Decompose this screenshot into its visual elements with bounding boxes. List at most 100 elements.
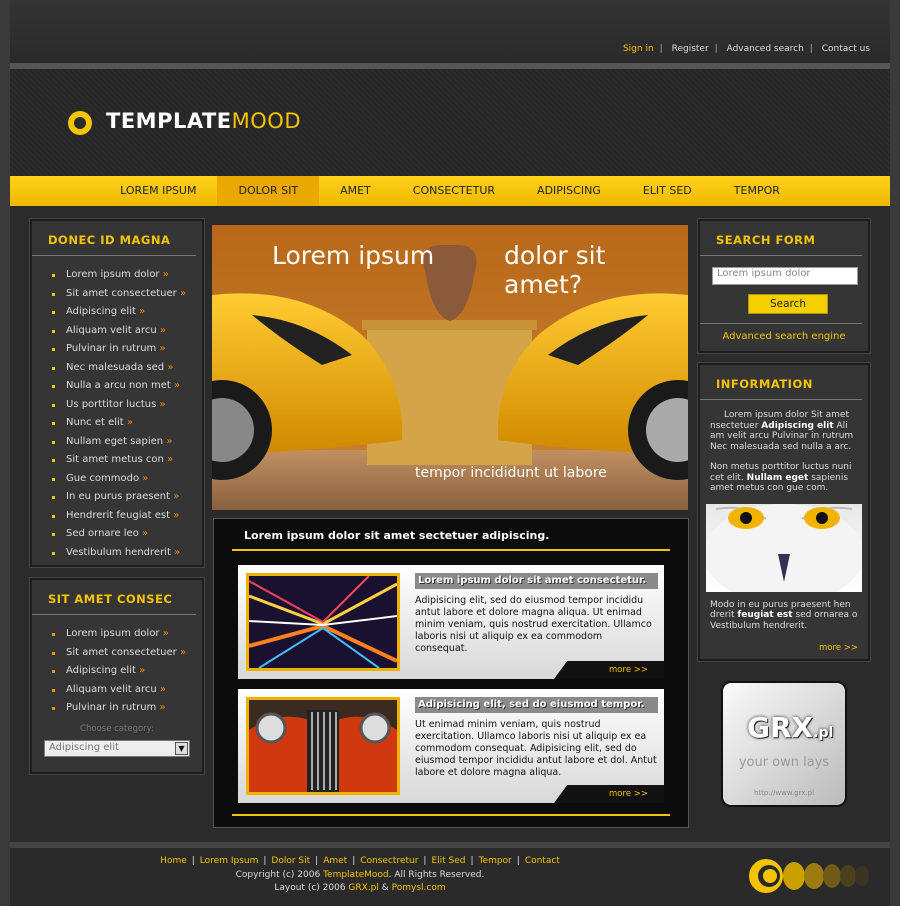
badge-brand-text: GRX xyxy=(747,711,814,744)
left-panel-2-item[interactable]: Pulvinar in rutrum » xyxy=(32,699,202,718)
more-link[interactable]: more >> xyxy=(554,661,664,679)
category-select-value: Adipiscing elit xyxy=(49,742,119,753)
footer-link-amet[interactable]: Amet xyxy=(323,856,347,866)
left-panel-2-item[interactable]: Adipiscing elit » xyxy=(32,662,202,681)
left-panel-2-item[interactable]: Sit amet consectetuer » xyxy=(32,644,202,663)
nav-item-amet[interactable]: AMET xyxy=(319,176,392,206)
separator: | xyxy=(470,856,474,866)
search-input[interactable]: Lorem ipsum dolor xyxy=(712,267,858,285)
left-panel-1-item[interactable]: Nulla a arcu non met » xyxy=(32,377,202,396)
info-more-link[interactable]: more >> xyxy=(819,643,858,653)
info-emphasis: Nullam eget xyxy=(746,472,809,483)
left-panel-1-item[interactable]: Us porttitor luctus » xyxy=(32,396,202,415)
pomysl-link[interactable]: Pomysl.com xyxy=(392,883,446,893)
divider xyxy=(232,814,670,816)
badge-tld: .pl xyxy=(813,725,834,741)
info-paragraph: Modo in eu purus praesent hen drerit feu… xyxy=(700,600,868,632)
arrow-right-icon: » xyxy=(159,269,169,280)
list-item-label: Hendrerit feugiat est xyxy=(66,509,171,521)
list-item-label: Sit amet metus con xyxy=(66,454,164,465)
logo-part-2: MOOD xyxy=(231,109,301,133)
article-thumbnail[interactable] xyxy=(246,573,400,671)
chevron-down-icon[interactable]: ▼ xyxy=(175,742,188,755)
arrow-right-icon: » xyxy=(159,628,169,639)
nav-item-adipiscing[interactable]: ADIPISCING xyxy=(516,176,622,206)
contact-us-link[interactable]: Contact us xyxy=(818,44,874,54)
left-panel-1-item[interactable]: Aliquam velit arcu » xyxy=(32,322,202,341)
left-panel-1-item[interactable]: Gue commodo » xyxy=(32,470,202,489)
advanced-search-link[interactable]: Advanced search xyxy=(723,44,808,54)
footer-link-tempor[interactable]: Tempor xyxy=(479,856,512,866)
article-title[interactable]: Lorem ipsum dolor sit amet consectetur. xyxy=(415,573,658,589)
list-item-label: Nunc et elit xyxy=(66,417,124,428)
left-panel-1-item[interactable]: Pulvinar in rutrum » xyxy=(32,340,202,359)
separator: | xyxy=(714,44,718,54)
panel-title: INFORMATION xyxy=(700,365,862,400)
nav-item-elit-sed[interactable]: ELIT SED xyxy=(622,176,713,206)
register-link[interactable]: Register xyxy=(668,44,713,54)
list-item-label: In eu purus praesent xyxy=(66,491,171,502)
list-item-label: Sit amet consectetuer xyxy=(66,287,177,299)
logo-text[interactable]: TEMPLATEMOOD xyxy=(106,109,301,133)
info-paragraph: Non metus porttitor luctus nuni cet elit… xyxy=(700,462,868,494)
list-item-label: Nulla a arcu non met xyxy=(66,380,171,391)
logo-part-1: TEMPLATE xyxy=(106,109,232,133)
top-links: Sign in | Register | Advanced search | Cont… xyxy=(619,44,874,54)
left-panel-1-item[interactable]: Adipiscing elit » xyxy=(32,303,202,322)
left-panel-1-item[interactable]: Lorem ipsum dolor » xyxy=(32,266,202,285)
arrow-right-icon: » xyxy=(135,306,146,317)
list-item-label: Aliquam velit arcu xyxy=(66,683,157,695)
grx-link[interactable]: GRX.pl xyxy=(348,883,378,893)
nav-item-dolor-sit[interactable]: DOLOR SIT xyxy=(217,176,320,206)
arrow-right-icon: » xyxy=(138,528,149,539)
left-panel-2-item[interactable]: Aliquam velit arcu » xyxy=(32,681,202,700)
left-panel-1-item[interactable]: Vestibulum hendrerit » xyxy=(32,544,202,563)
logo-icon[interactable] xyxy=(54,97,94,149)
article-title[interactable]: Adipisicing elit, sed do eiusmod tempor. xyxy=(415,697,658,713)
nav-item-tempor[interactable]: TEMPOR xyxy=(713,176,801,206)
left-panel-2-item[interactable]: Lorem ipsum dolor » xyxy=(32,625,202,644)
left-panel-1-item[interactable]: Nunc et elit » xyxy=(32,414,202,433)
arrow-right-icon: » xyxy=(156,683,167,695)
retro-car-image xyxy=(249,700,397,792)
list-item-label: Gue commodo xyxy=(66,472,140,484)
left-panel-1-item[interactable]: Sit amet consectetuer » xyxy=(32,285,202,304)
separator: | xyxy=(315,856,319,866)
left-panel-1-item[interactable]: Nec malesuada sed » xyxy=(32,359,202,378)
left-panel-1-item[interactable]: Sit amet metus con » xyxy=(32,451,202,470)
advanced-search-engine-link[interactable]: Advanced search engine xyxy=(700,331,868,342)
article-card: Adipisicing elit, sed do eiusmod tempor.… xyxy=(238,689,664,803)
nav-item-consectetur[interactable]: CONSECTETUR xyxy=(392,176,516,206)
info-emphasis: feugiat est xyxy=(737,610,793,620)
footer-links: Home | Lorem Ipsum | Dolor Sit | Amet | Consectr… xyxy=(10,856,710,866)
panel-title: DONEC ID MAGNA xyxy=(32,221,196,256)
arrow-right-icon: » xyxy=(170,491,180,502)
copyright-link[interactable]: TemplateMood xyxy=(323,870,389,880)
left-panel-1-item[interactable]: Hendrerit feugiat est » xyxy=(32,507,202,526)
footer-link-home[interactable]: Home xyxy=(160,856,187,866)
footer-link-lorem-ipsum[interactable]: Lorem Ipsum xyxy=(200,856,259,866)
divider xyxy=(700,323,862,324)
arrow-right-icon: » xyxy=(139,472,149,484)
footer-link-elit-sed[interactable]: Elit Sed xyxy=(431,856,465,866)
left-panel-1-item[interactable]: Sed ornare leo » xyxy=(32,525,202,544)
search-form-panel: SEARCH FORM Lorem ipsum dolor Search Adv… xyxy=(697,218,871,354)
article-thumbnail[interactable] xyxy=(246,697,400,795)
footer-link-consectretur[interactable]: Consectretur xyxy=(360,856,418,866)
more-link[interactable]: more >> xyxy=(554,785,664,803)
footer-link-dolor-sit[interactable]: Dolor Sit xyxy=(271,856,310,866)
search-button[interactable]: Search xyxy=(748,294,828,314)
sign-in-link[interactable]: Sign in xyxy=(619,44,658,54)
left-panel-1-item[interactable]: Nullam eget sapien » xyxy=(32,433,202,452)
arrow-right-icon: » xyxy=(156,398,166,410)
list-item-label: Lorem ipsum dolor xyxy=(66,628,160,639)
grx-badge[interactable]: GRX.pl your own lays http://www.grx.pl xyxy=(721,681,847,807)
category-select[interactable]: Adipiscing elit ▼ xyxy=(44,740,190,757)
content-heading: Lorem ipsum dolor sit amet sectetuer adi… xyxy=(244,529,550,542)
footer-link-contact[interactable]: Contact xyxy=(525,856,560,866)
arrow-right-icon: » xyxy=(170,509,180,521)
nav-item-lorem-ipsum[interactable]: LOREM IPSUM xyxy=(99,176,217,206)
left-panel-1-item[interactable]: In eu purus praesent » xyxy=(32,488,202,507)
info-paragraph: Lorem ipsum dolor Sit amet nsectetuer Ad… xyxy=(700,410,868,452)
arrow-right-icon: » xyxy=(123,417,134,428)
